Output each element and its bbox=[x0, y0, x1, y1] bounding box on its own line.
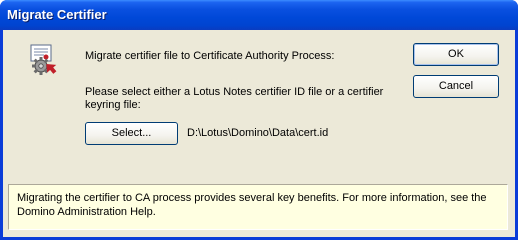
title-bar[interactable]: Migrate Certifier bbox=[0, 0, 518, 30]
instruction-label: Migrate certifier file to Certificate Au… bbox=[85, 50, 335, 62]
dialog-window: Migrate Certifier Migrate certifier file… bbox=[0, 0, 518, 240]
certificate-gear-icon bbox=[26, 42, 62, 78]
window-title: Migrate Certifier bbox=[7, 7, 107, 22]
cancel-button-label: Cancel bbox=[438, 80, 474, 92]
dialog-client-area: Migrate certifier file to Certificate Au… bbox=[3, 30, 515, 237]
cancel-button[interactable]: Cancel bbox=[413, 75, 499, 98]
info-panel: Migrating the certifier to CA process pr… bbox=[8, 184, 508, 230]
select-file-button[interactable]: Select... bbox=[85, 122, 178, 145]
file-path-text: D:\Lotus\Domino\Data\cert.id bbox=[187, 127, 329, 139]
ok-button-label: OK bbox=[448, 48, 464, 60]
select-prompt-label: Please select either a Lotus Notes certi… bbox=[85, 86, 384, 111]
ok-button[interactable]: OK bbox=[413, 43, 499, 66]
select-file-button-label: Select... bbox=[111, 127, 152, 139]
info-text: Migrating the certifier to CA process pr… bbox=[17, 192, 487, 218]
